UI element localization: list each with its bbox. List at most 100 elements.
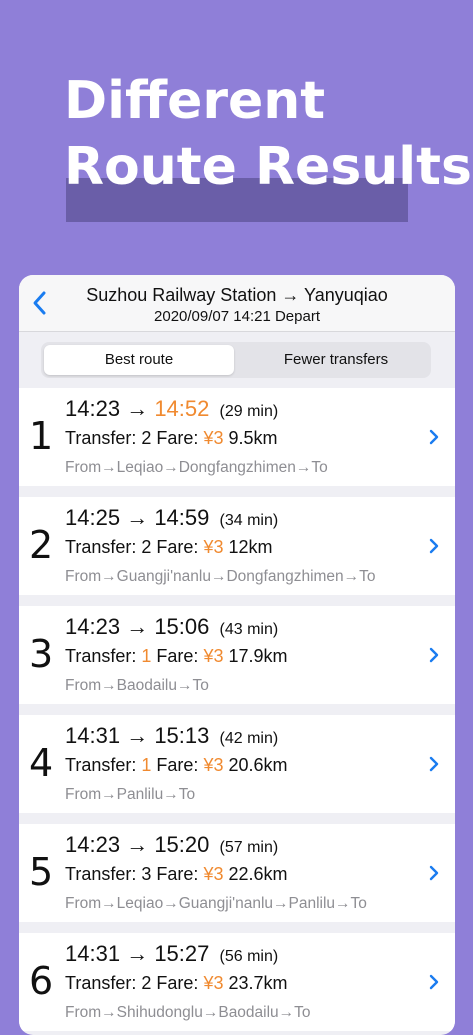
chevron-right-icon	[429, 865, 439, 881]
fare-value: ¥3	[203, 755, 224, 775]
route-list: 1 14:23 → 14:52 (29 min) Transfer: 2 Fare:…	[19, 388, 455, 1035]
route-duration: (57 min)	[219, 839, 279, 856]
route-times: 14:23 → 15:20 (57 min)	[65, 832, 278, 858]
route-via-stations: From→Panlilu→To	[65, 786, 196, 803]
route-row[interactable]: 5 14:23 → 15:20 (57 min) Transfer: 3 Fare:…	[19, 824, 455, 922]
route-info: Transfer: 2 Fare: ¥3 12km	[65, 537, 273, 558]
arrive-time: 15:27	[154, 941, 210, 966]
arrive-time: 14:52	[154, 396, 210, 421]
time-arrow: →	[126, 723, 149, 748]
transfer-label: Transfer:	[65, 864, 137, 884]
depart-time: 14:23	[65, 396, 121, 421]
route-index: 5	[29, 850, 54, 894]
route-distance: 20.6km	[228, 755, 288, 775]
route-index: 3	[29, 632, 54, 676]
transfer-label: Transfer:	[65, 428, 137, 448]
chevron-right-icon	[429, 538, 439, 554]
transfer-label: Transfer:	[65, 755, 137, 775]
tab-best-route[interactable]: Best route	[44, 345, 234, 375]
fare-label: Fare:	[156, 864, 199, 884]
route-duration: (29 min)	[219, 403, 279, 420]
fare-value: ¥3	[203, 864, 224, 884]
fare-label: Fare:	[156, 973, 199, 993]
route-index: 6	[29, 959, 54, 1003]
hero-heading: Different Route Results	[64, 68, 472, 222]
transfer-label: Transfer:	[65, 537, 137, 557]
route-row[interactable]: 4 14:31 → 15:13 (42 min) Transfer: 1 Fare:…	[19, 715, 455, 813]
route-info: Transfer: 1 Fare: ¥3 20.6km	[65, 755, 288, 776]
hero-line-2: Route Results	[64, 137, 472, 197]
route-index: 4	[29, 741, 54, 785]
fare-label: Fare:	[156, 646, 199, 666]
route-distance: 22.6km	[228, 864, 288, 884]
route-times: 14:25 → 14:59 (34 min)	[65, 505, 278, 531]
fare-value: ¥3	[203, 428, 224, 448]
fare-value: ¥3	[203, 646, 224, 666]
depart-time: 14:31	[65, 723, 121, 748]
route-mode-segmented-control: Best route Fewer transfers	[41, 342, 431, 378]
route-times: 14:31 → 15:27 (56 min)	[65, 941, 278, 967]
chevron-right-icon	[429, 974, 439, 990]
route-distance: 17.9km	[228, 646, 288, 666]
route-via-stations: From→Leqiao→Guangji'nanlu→Panlilu→To	[65, 895, 367, 912]
route-duration: (56 min)	[219, 948, 279, 965]
hero-line-1: Different	[64, 71, 326, 131]
time-arrow: →	[126, 832, 149, 857]
transfer-count: 3	[141, 864, 152, 884]
route-via-stations: From→Guangji'nanlu→Dongfangzhimen→To	[65, 568, 376, 585]
route-duration: (34 min)	[219, 512, 279, 529]
fare-value: ¥3	[203, 973, 224, 993]
arrive-time: 15:06	[154, 614, 210, 639]
transfer-label: Transfer:	[65, 973, 137, 993]
time-arrow: →	[126, 396, 149, 421]
transfer-count: 2	[141, 973, 152, 993]
route-via-stations: From→Leqiao→Dongfangzhimen→To	[65, 459, 328, 476]
transfer-label: Transfer:	[65, 646, 137, 666]
fare-label: Fare:	[156, 755, 199, 775]
route-distance: 12km	[228, 537, 273, 557]
transfer-count: 2	[141, 428, 152, 448]
route-index: 2	[29, 523, 54, 567]
arrive-time: 15:13	[154, 723, 210, 748]
depart-time: 14:23	[65, 832, 121, 857]
arrive-time: 14:59	[154, 505, 210, 530]
chevron-right-icon	[429, 756, 439, 772]
fare-value: ¥3	[203, 537, 224, 557]
fare-label: Fare:	[156, 428, 199, 448]
route-times: 14:23 → 14:52 (29 min)	[65, 396, 278, 422]
route-via-stations: From→Shihudonglu→Baodailu→To	[65, 1004, 311, 1021]
time-arrow: →	[126, 614, 149, 639]
chevron-right-icon	[429, 647, 439, 663]
tab-fewer-transfers[interactable]: Fewer transfers	[241, 345, 431, 375]
nav-header: Suzhou Railway Station → Yanyuqiao 2020/…	[19, 275, 455, 332]
route-title: Suzhou Railway Station → Yanyuqiao	[86, 285, 388, 305]
route-times: 14:31 → 15:13 (42 min)	[65, 723, 278, 749]
route-info: Transfer: 2 Fare: ¥3 23.7km	[65, 973, 288, 994]
route-distance: 9.5km	[228, 428, 278, 448]
route-info: Transfer: 2 Fare: ¥3 9.5km	[65, 428, 278, 449]
route-via-stations: From→Baodailu→To	[65, 677, 209, 694]
time-arrow: →	[126, 505, 149, 530]
arrive-time: 15:20	[154, 832, 210, 857]
route-row[interactable]: 3 14:23 → 15:06 (43 min) Transfer: 1 Fare:…	[19, 606, 455, 704]
depart-time: 14:25	[65, 505, 121, 530]
route-results-screen: Suzhou Railway Station → Yanyuqiao 2020/…	[19, 275, 455, 1035]
route-subtitle: 2020/09/07 14:21 Depart	[154, 308, 320, 325]
route-duration: (42 min)	[219, 730, 279, 747]
depart-time: 14:31	[65, 941, 121, 966]
time-arrow: →	[126, 941, 149, 966]
route-distance: 23.7km	[228, 973, 288, 993]
route-row[interactable]: 1 14:23 → 14:52 (29 min) Transfer: 2 Fare:…	[19, 388, 455, 486]
route-info: Transfer: 1 Fare: ¥3 17.9km	[65, 646, 288, 667]
chevron-right-icon	[429, 429, 439, 445]
route-row[interactable]: 2 14:25 → 14:59 (34 min) Transfer: 2 Fare:…	[19, 497, 455, 595]
depart-time: 14:23	[65, 614, 121, 639]
route-times: 14:23 → 15:06 (43 min)	[65, 614, 278, 640]
route-duration: (43 min)	[219, 621, 279, 638]
transfer-count: 1	[141, 646, 152, 666]
route-row[interactable]: 6 14:31 → 15:27 (56 min) Transfer: 2 Fare:…	[19, 933, 455, 1031]
fare-label: Fare:	[156, 537, 199, 557]
transfer-count: 2	[141, 537, 152, 557]
transfer-count: 1	[141, 755, 152, 775]
route-index: 1	[29, 414, 54, 458]
